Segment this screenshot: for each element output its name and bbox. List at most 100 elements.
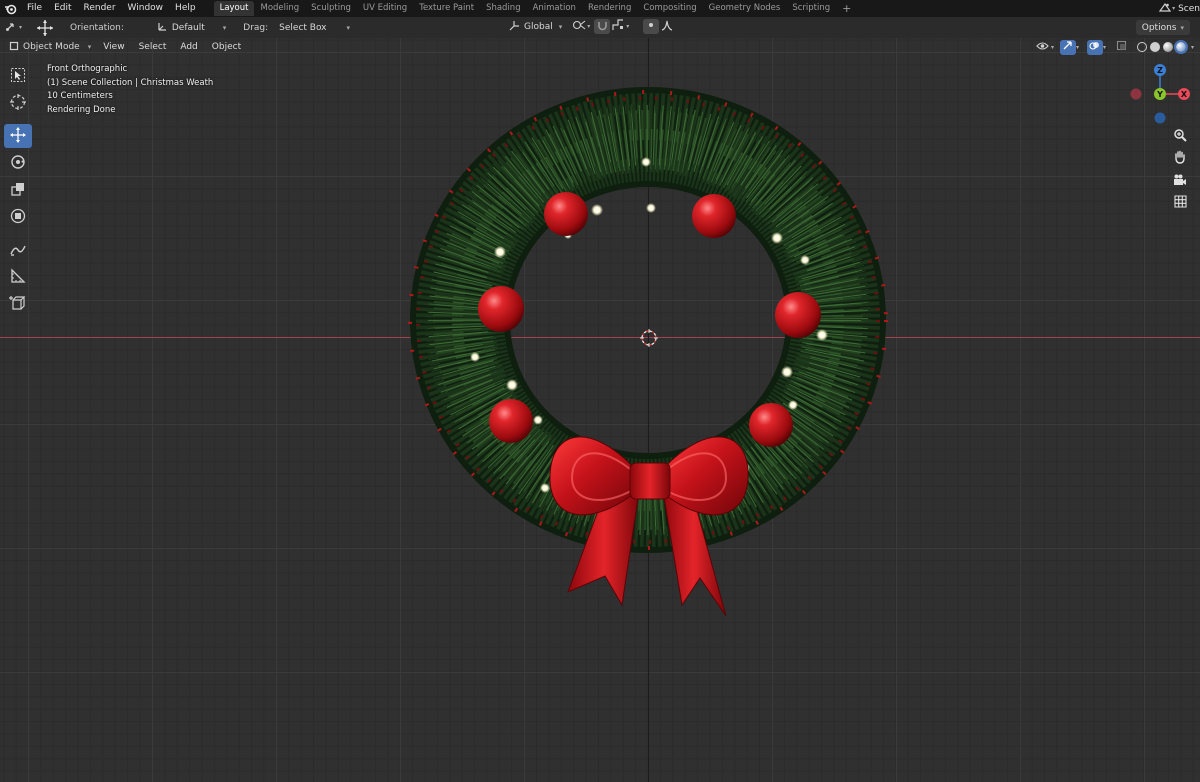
navigation-gizmo[interactable]: Z X Y <box>1126 60 1196 130</box>
ornament <box>544 192 588 236</box>
ortho-grid-button[interactable] <box>1170 193 1190 213</box>
tab-shading[interactable]: Shading <box>480 1 527 16</box>
snap-increment-icon <box>612 19 624 34</box>
camera-view-button[interactable] <box>1170 171 1190 191</box>
select-box-tool[interactable] <box>4 64 32 88</box>
tab-geometry-nodes[interactable]: Geometry Nodes <box>703 1 787 16</box>
measure-tool[interactable] <box>4 265 32 289</box>
grid-icon <box>1173 195 1187 211</box>
menu-edit[interactable]: Edit <box>48 0 77 17</box>
tab-texture-paint[interactable]: Texture Paint <box>413 1 480 16</box>
solid-shading-button[interactable] <box>1150 42 1161 52</box>
tab-scripting[interactable]: Scripting <box>786 1 836 16</box>
annotate-tool[interactable] <box>4 238 32 262</box>
falloff-curve-icon <box>661 19 673 34</box>
gizmo-x-axis[interactable]: X <box>1178 88 1190 100</box>
orientation-dropdown[interactable]: Default ▾ <box>152 20 231 35</box>
xray-toggle-button[interactable] <box>1114 40 1130 55</box>
ornament <box>775 292 821 338</box>
snap-target-button[interactable] <box>610 19 626 34</box>
overlays-toggle-button[interactable] <box>1086 39 1103 55</box>
scale-icon <box>10 181 26 200</box>
tab-layout[interactable]: Layout <box>213 1 255 16</box>
viewport-header: Object Mode ▾ View Select Add Object ▾ ▾… <box>0 38 1200 56</box>
tab-compositing[interactable]: Compositing <box>637 1 702 16</box>
render-status: Rendering Done <box>47 105 116 116</box>
add-workspace-button[interactable]: + <box>836 2 857 15</box>
cursor-icon <box>9 93 27 114</box>
gizmo-neg-z-axis[interactable] <box>1154 112 1166 124</box>
scene-name: Scen <box>1178 3 1200 14</box>
menu-file[interactable]: File <box>21 0 48 17</box>
menu-select[interactable]: Select <box>132 42 174 52</box>
tab-uv-editing[interactable]: UV Editing <box>357 1 413 16</box>
gizmo-neg-x-axis[interactable] <box>1130 88 1142 100</box>
chevron-down-icon: ▾ <box>1050 43 1054 51</box>
annotate-icon <box>9 241 27 260</box>
snap-toggle-button[interactable] <box>594 19 611 34</box>
gizmo-z-axis[interactable]: Z <box>1154 64 1166 76</box>
proportional-editing-button[interactable] <box>643 19 660 34</box>
workspace-tabs: Layout Modeling Sculpting UV Editing Tex… <box>213 0 858 17</box>
pivot-icon <box>572 19 586 34</box>
shading-modes <box>1136 40 1189 54</box>
wireframe-shading-button[interactable] <box>1137 42 1148 52</box>
chevron-down-icon: ▾ <box>587 23 591 30</box>
cursor-tool[interactable] <box>4 91 32 115</box>
zoom-button[interactable] <box>1170 126 1190 146</box>
measure-icon <box>10 267 26 287</box>
chevron-down-icon: ▾ <box>626 23 630 30</box>
gizmo-toggle-button[interactable] <box>1059 39 1076 55</box>
visibility-button[interactable] <box>1035 40 1051 55</box>
tab-sculpting[interactable]: Sculpting <box>305 1 357 16</box>
menu-window[interactable]: Window <box>122 0 170 17</box>
tool-settings-dropdown[interactable]: ▾ <box>5 20 22 35</box>
rendered-shading-button[interactable] <box>1174 40 1189 54</box>
drag-value: Select Box <box>279 22 327 33</box>
material-preview-button[interactable] <box>1163 42 1174 52</box>
drag-label: Drag: <box>243 22 269 33</box>
3d-cursor-icon[interactable] <box>640 329 658 347</box>
options-button[interactable]: Options ▾ <box>1135 20 1190 35</box>
blender-logo-icon[interactable] <box>3 2 17 16</box>
transform-tool[interactable] <box>4 205 32 229</box>
pivot-point-button[interactable] <box>571 19 587 34</box>
move-gizmo-icon[interactable] <box>36 19 54 37</box>
scene-selector[interactable]: ▾ Scen <box>1155 0 1200 17</box>
drag-dropdown[interactable]: Select Box ▾ <box>274 20 355 35</box>
pan-hand-icon <box>1173 150 1187 167</box>
proportional-dot-icon <box>647 21 655 32</box>
menu-add[interactable]: Add <box>173 42 204 52</box>
orientation-label: Orientation: <box>70 22 124 33</box>
menu-view[interactable]: View <box>96 42 131 52</box>
camera-icon <box>1173 173 1187 190</box>
menu-object[interactable]: Object <box>205 42 248 52</box>
view-name: Front Orthographic <box>47 64 128 74</box>
falloff-button[interactable] <box>659 19 675 34</box>
overlays-icon <box>1089 40 1100 54</box>
move-tool[interactable] <box>4 124 32 148</box>
transform-orientation-dropdown[interactable]: Global ▾ <box>504 19 567 34</box>
menu-render[interactable]: Render <box>78 0 122 17</box>
tab-rendering[interactable]: Rendering <box>582 1 637 16</box>
viewport-info-overlay: Front Orthographic (1) Scene Collection … <box>47 63 213 118</box>
add-cube-tool[interactable] <box>4 292 32 316</box>
gizmo-x-label: X <box>1181 90 1188 99</box>
rotate-tool[interactable] <box>4 151 32 175</box>
chevron-down-icon: ▾ <box>346 23 351 32</box>
chevron-down-icon: ▾ <box>558 22 563 31</box>
transform-controls: Global ▾ ▾ ▾ <box>504 19 675 34</box>
tool-header: ▾ Orientation: Default ▾ Drag: Select Bo… <box>0 17 1200 38</box>
tab-modeling[interactable]: Modeling <box>254 1 305 16</box>
eye-icon <box>1036 41 1050 54</box>
transform-tool-icon <box>5 20 17 35</box>
scale-tool[interactable] <box>4 178 32 202</box>
mode-dropdown[interactable]: Object Mode ▾ <box>4 40 96 55</box>
gizmo-y-axis[interactable]: Y <box>1154 88 1166 100</box>
orientation-axes-icon <box>157 21 168 35</box>
menu-help[interactable]: Help <box>169 0 202 17</box>
tab-animation[interactable]: Animation <box>527 1 582 16</box>
orientation-value: Default <box>171 22 205 33</box>
ornament <box>478 286 524 332</box>
pan-button[interactable] <box>1170 148 1190 168</box>
